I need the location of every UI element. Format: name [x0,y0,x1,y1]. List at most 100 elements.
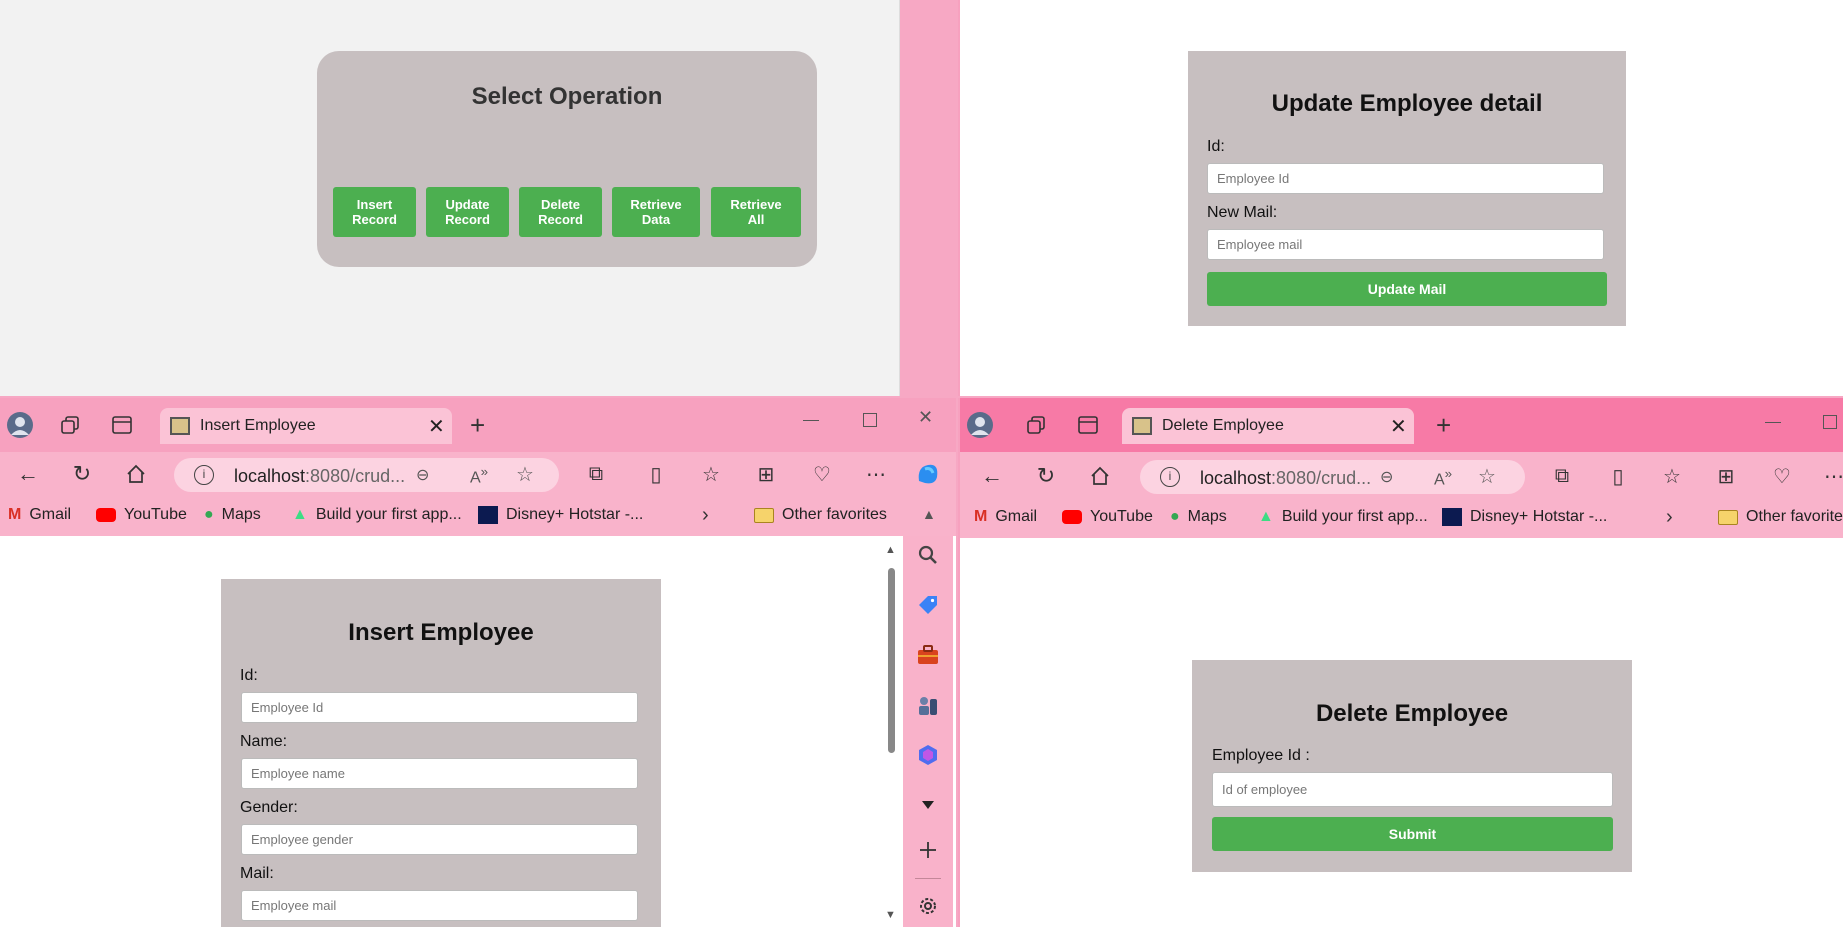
delete-record-button[interactable]: Delete Record [519,187,602,237]
url-text: localhost:8080/crud... [234,466,406,486]
favorites-icon[interactable]: ☆ [697,460,725,488]
update-record-button[interactable]: Update Record [426,187,509,237]
browser-essentials-icon[interactable]: ♡ [1768,462,1796,490]
employee-gender-input[interactable]: Employee gender [241,824,638,855]
page-content: Delete Employee Employee Id : Id of empl… [960,538,1843,927]
info-icon[interactable]: i [1160,467,1180,487]
retrieve-all-button[interactable]: Retrieve All [711,187,801,237]
shopping-tag-icon[interactable] [914,591,942,619]
insert-employee-window: Insert Employee ✕ + ✕ ← ↻ i localhost:80… [0,398,956,927]
address-bar[interactable]: i localhost:8080/crud... ⊖ A» ☆ [1140,460,1525,494]
workspaces-icon[interactable] [56,411,84,439]
close-tab-icon[interactable]: ✕ [428,414,445,439]
bookmark-maps[interactable]: ● Maps [1170,508,1227,526]
address-bar[interactable]: i localhost:8080/crud... ⊖ A» ☆ [174,458,559,492]
home-icon[interactable] [122,460,150,488]
minimize-icon[interactable] [803,420,819,421]
tab-delete-employee[interactable]: Delete Employee ✕ [1122,408,1414,444]
back-icon[interactable]: ← [14,460,42,488]
new-tab-icon[interactable]: + [470,410,485,441]
maximize-icon[interactable] [1823,415,1837,429]
bookmark-hotstar[interactable]: Disney+ Hotstar -... [478,506,643,524]
new-tab-icon[interactable]: + [1436,410,1451,441]
chevron-up-icon[interactable]: ▲ [922,506,936,522]
more-menu-icon[interactable]: ⋯ [862,460,890,488]
profile-avatar[interactable] [966,411,994,439]
employee-id-input[interactable]: Employee Id [1207,163,1604,194]
read-aloud-icon[interactable]: A» [1434,466,1452,489]
back-icon[interactable]: ← [978,462,1006,490]
scrollbar-up-arrow[interactable]: ▲ [885,544,896,556]
update-mail-button[interactable]: Update Mail [1207,272,1607,306]
bookmark-maps[interactable]: ● Maps [204,506,261,524]
extensions-icon[interactable]: ⧉ [582,460,610,488]
bookmark-build-app[interactable]: ▲ Build your first app... [292,506,462,524]
bookmark-build-app[interactable]: ▲ Build your first app... [1258,508,1428,526]
bookmark-gmail[interactable]: M Gmail [8,506,71,524]
employee-id-input[interactable]: Employee Id [241,692,638,723]
other-favorites[interactable]: Other favorites [754,506,887,524]
browser-essentials-icon[interactable]: ♡ [808,460,836,488]
copilot-icon[interactable] [914,460,942,488]
maps-icon: ● [1170,508,1180,525]
tab-insert-employee[interactable]: Insert Employee ✕ [160,408,452,444]
favicon-icon [1132,417,1152,435]
read-aloud-icon[interactable]: A» [470,464,488,487]
insert-employee-title: Insert Employee [348,619,534,646]
tools-icon[interactable] [914,641,942,669]
chevron-right-icon[interactable]: › [702,504,709,527]
split-screen-icon[interactable]: ▯ [1604,462,1632,490]
copilot-icon[interactable] [914,741,942,769]
profile-avatar[interactable] [6,411,34,439]
collections-icon[interactable]: ⊞ [752,460,780,488]
bookmark-youtube[interactable]: YouTube [96,506,187,524]
update-employee-card: Update Employee detail Id: Employee Id N… [1188,51,1626,326]
home-icon[interactable] [1086,462,1114,490]
chevron-right-icon[interactable]: › [1666,506,1673,529]
employee-mail-input[interactable]: Employee mail [1207,229,1604,260]
search-icon[interactable] [914,541,942,569]
submit-button[interactable]: Submit [1212,817,1613,851]
employee-name-input[interactable]: Employee name [241,758,638,789]
android-icon: ▲ [292,506,308,523]
tab-actions-icon[interactable] [1074,411,1102,439]
refresh-icon[interactable]: ↻ [68,460,96,488]
scrollbar-thumb[interactable] [888,568,895,753]
insert-record-button[interactable]: Insert Record [333,187,416,237]
nav-toolbar: ← ↻ i localhost:8080/crud... ⊖ A» ☆ ⧉ ▯ … [960,452,1843,496]
zoom-out-icon[interactable]: ⊖ [1380,467,1393,487]
chevron-down-icon[interactable] [914,791,942,819]
employee-id-input[interactable]: Id of employee [1212,772,1613,807]
close-window-icon[interactable]: ✕ [918,407,933,428]
zoom-out-icon[interactable]: ⊖ [416,465,429,485]
minimize-icon[interactable] [1765,422,1781,423]
tab-title: Insert Employee [200,417,316,434]
favorite-star-icon[interactable]: ☆ [516,462,534,487]
bookmark-youtube[interactable]: YouTube [1062,508,1153,526]
bookmark-hotstar[interactable]: Disney+ Hotstar -... [1442,508,1607,526]
update-employee-window: Update Employee detail Id: Employee Id N… [958,0,1843,396]
page-content: Insert Employee Id: Employee Id Name: Em… [0,536,903,927]
split-screen-icon[interactable]: ▯ [642,460,670,488]
employee-mail-input[interactable]: Employee mail [241,890,638,921]
games-icon[interactable] [914,691,942,719]
hotstar-icon [1442,508,1462,526]
other-favorites[interactable]: Other favorites [1718,508,1843,526]
refresh-icon[interactable]: ↻ [1032,462,1060,490]
close-tab-icon[interactable]: ✕ [1390,414,1407,439]
workspaces-icon[interactable] [1022,411,1050,439]
gender-label: Gender: [240,799,298,816]
favorites-icon[interactable]: ☆ [1658,462,1686,490]
collections-icon[interactable]: ⊞ [1712,462,1740,490]
maximize-icon[interactable] [863,413,877,427]
plus-icon[interactable] [914,836,942,864]
retrieve-data-button[interactable]: Retrieve Data [612,187,700,237]
gear-icon[interactable] [914,892,942,920]
scrollbar-down-arrow[interactable]: ▼ [885,909,896,921]
info-icon[interactable]: i [194,465,214,485]
bookmark-gmail[interactable]: M Gmail [974,508,1037,526]
favorite-star-icon[interactable]: ☆ [1478,464,1496,489]
extensions-icon[interactable]: ⧉ [1548,462,1576,490]
tab-actions-icon[interactable] [108,411,136,439]
more-menu-icon[interactable]: ⋯ [1820,462,1843,490]
